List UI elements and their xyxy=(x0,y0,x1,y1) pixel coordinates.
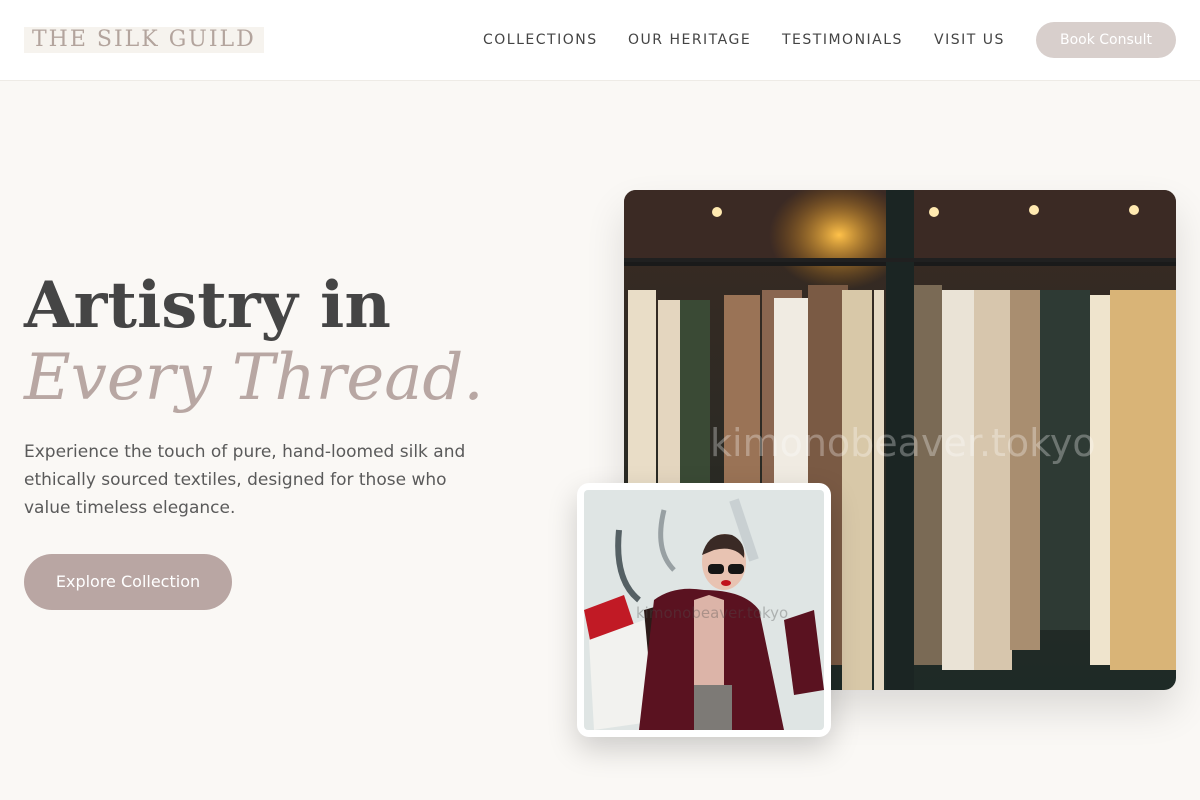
book-consult-button[interactable]: Book Consult xyxy=(1036,22,1176,58)
nav-link-collections[interactable]: COLLECTIONS xyxy=(483,31,598,49)
hero-title-line1: Artistry in xyxy=(24,268,391,343)
nav-link-our-heritage[interactable]: OUR HERITAGE xyxy=(628,31,751,49)
site-header: THE SILK GUILD COLLECTIONS OUR HERITAGE … xyxy=(0,0,1200,81)
featured-photo-card: kimonobeaver.tokyo xyxy=(577,483,831,737)
explore-collection-button[interactable]: Explore Collection xyxy=(24,554,232,610)
hero-title-line2: Every Thread. xyxy=(24,341,484,415)
nav-link-testimonials[interactable]: TESTIMONIALS xyxy=(782,31,903,49)
small-photo-watermark: kimonobeaver.tokyo xyxy=(636,604,788,622)
hero-description: Experience the touch of pure, hand-loome… xyxy=(24,442,466,518)
shopper-photo: kimonobeaver.tokyo xyxy=(584,490,824,730)
site-logo[interactable]: THE SILK GUILD xyxy=(24,27,264,53)
shopper-illustration: kimonobeaver.tokyo xyxy=(584,490,824,730)
nav-link-visit-us[interactable]: VISIT US xyxy=(934,31,1005,49)
main-photo-watermark: kimonobeaver.tokyo xyxy=(710,421,1096,465)
